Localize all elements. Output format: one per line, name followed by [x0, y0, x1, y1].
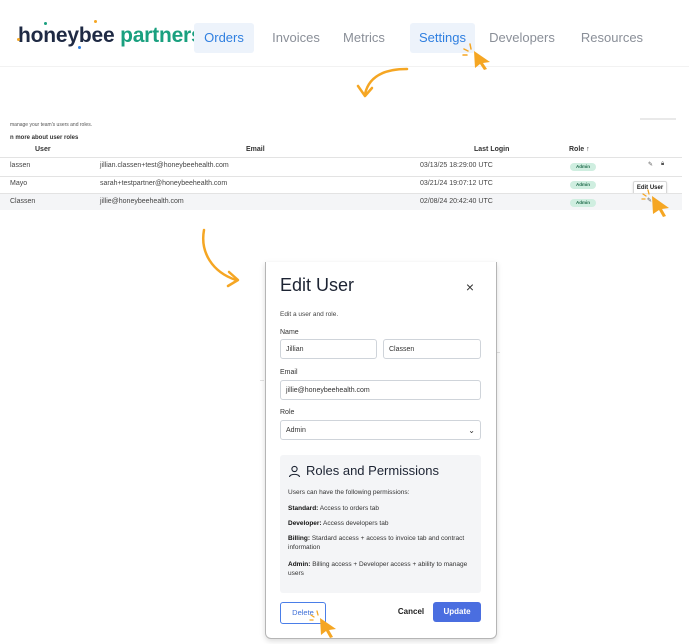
nav-orders[interactable]: Orders [194, 23, 254, 53]
role-badge: Admin [570, 163, 596, 171]
permission-name: Billing: [288, 535, 311, 542]
permission-item-admin: Admin: Billing access + Developer access… [288, 560, 478, 578]
permissions-title: Roles and Permissions [306, 463, 439, 478]
modal-subtitle: Edit a user and role. [280, 311, 339, 318]
nav-resources[interactable]: Resources [576, 23, 648, 53]
email-label: Email [280, 369, 298, 376]
logo-dot-decoration [94, 20, 97, 23]
scroll-hint-bar [640, 118, 676, 120]
brand-name-part2: partners [114, 24, 203, 47]
first-name-input[interactable]: Jillian [280, 339, 377, 359]
update-button[interactable]: Update [433, 602, 481, 622]
modal-title: Edit User [280, 275, 355, 295]
email-input[interactable]: jillie@honeybeehealth.com [280, 380, 481, 400]
permission-desc: Access to orders tab [318, 505, 380, 512]
background-artifact [260, 380, 264, 381]
chevron-down-icon: ⌄ [468, 426, 475, 435]
cursor-pointer-icon [309, 610, 336, 638]
users-subtitle: manage your team's users and roles. [10, 122, 93, 128]
cancel-button[interactable]: Cancel [396, 602, 426, 622]
permission-item-developer: Developer: Access developers tab [288, 519, 478, 528]
permission-desc: Billing access + Developer access + abil… [288, 561, 468, 577]
table-cell-email: sarah+testpartner@honeybeehealth.com [100, 180, 228, 187]
column-header-email[interactable]: Email [246, 146, 265, 153]
learn-more-link[interactable]: n more about user roles [10, 135, 78, 141]
logo-dot-decoration [44, 22, 47, 25]
table-cell-email: jillie@honeybeehealth.com [100, 198, 184, 205]
logo-dot-decoration [17, 38, 20, 41]
brand-name-part1: honeybee [18, 24, 115, 47]
curved-arrow-icon [202, 228, 240, 288]
table-divider [0, 157, 682, 158]
cursor-pointer-icon [641, 189, 669, 217]
permission-name: Standard: [288, 505, 319, 512]
cursor-pointer-icon [462, 43, 490, 70]
permission-item-standard: Standard: Access to orders tab [288, 504, 478, 513]
table-cell-email: jillian.classen+test@honeybeehealth.com [100, 162, 229, 169]
role-select[interactable]: Admin ⌄ [280, 420, 481, 440]
permissions-intro: Users can have the following permissions… [288, 489, 410, 496]
table-cell-last-login: 03/21/24 19:07:12 UTC [420, 180, 493, 187]
table-cell-user: Classen [10, 198, 36, 205]
table-cell-last-login: 02/08/24 20:42:40 UTC [420, 198, 493, 205]
permission-name: Developer: [288, 520, 322, 527]
permission-desc: Stardard access + access to invoice tab … [288, 535, 465, 551]
close-icon[interactable]: × [460, 277, 480, 297]
role-badge: Admin [570, 181, 596, 189]
user-icon [288, 465, 301, 478]
role-select-value: Admin [286, 427, 306, 434]
name-label: Name [280, 329, 299, 336]
column-header-last-login[interactable]: Last Login [474, 146, 509, 153]
brand-logo[interactable]: honeybee partners [18, 24, 203, 48]
table-cell-last-login: 03/13/25 18:29:00 UTC [420, 162, 493, 169]
last-name-input[interactable]: Classen [383, 339, 481, 359]
edit-icon[interactable]: ✎ [648, 161, 653, 168]
role-badge: Admin [570, 199, 596, 207]
column-header-user[interactable]: User [35, 146, 51, 153]
nav-metrics[interactable]: Metrics [338, 23, 390, 53]
nav-invoices[interactable]: Invoices [268, 23, 324, 53]
lock-icon[interactable]: 🔒︎ [661, 161, 664, 168]
table-cell-user: Mayo [10, 180, 28, 187]
permission-item-billing: Billing: Stardard access + access to inv… [288, 534, 478, 552]
permission-name: Admin: [288, 561, 311, 568]
column-header-role[interactable]: Role ↑ [569, 146, 590, 153]
logo-dot-decoration [78, 46, 81, 49]
table-cell-user: lassen [10, 162, 31, 169]
role-label: Role [280, 409, 295, 416]
curved-arrow-icon [356, 67, 409, 98]
nav-divider [0, 66, 689, 67]
table-divider [0, 176, 682, 177]
permission-desc: Access developers tab [321, 520, 389, 527]
